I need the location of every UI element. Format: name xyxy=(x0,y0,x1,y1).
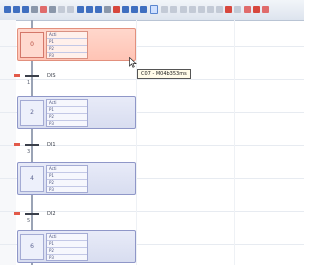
step-number: 6 xyxy=(20,234,44,260)
align-icon[interactable] xyxy=(170,6,177,13)
action-line: Acti xyxy=(47,166,87,173)
toolbar xyxy=(0,0,304,21)
transition-condition[interactable]: DI2 xyxy=(47,211,56,217)
new-icon[interactable] xyxy=(4,6,11,13)
save-icon[interactable] xyxy=(22,6,29,13)
watch-icon[interactable] xyxy=(216,6,223,13)
step-number: 2 xyxy=(20,100,44,126)
step-block[interactable]: 2 Acti P1 P2 P3 xyxy=(17,96,136,129)
step-number: 4 xyxy=(20,166,44,192)
action-block[interactable]: Acti P1 P2 P3 xyxy=(46,233,88,261)
monitor-icon[interactable] xyxy=(207,6,214,13)
action-line: P2 xyxy=(47,114,87,121)
grid-row-line xyxy=(0,145,304,146)
step-block[interactable]: 6 Acti P1 P2 P3 xyxy=(17,230,136,263)
grid-row-line xyxy=(0,211,304,212)
zoom-fit-icon[interactable] xyxy=(140,6,147,13)
action-line: P2 xyxy=(47,46,87,53)
transition-marker xyxy=(14,212,20,215)
grid-col-line xyxy=(234,20,235,265)
breakpoint-icon[interactable] xyxy=(225,6,232,13)
action-block[interactable]: Acti P1 P2 P3 xyxy=(46,31,88,59)
step-over-icon[interactable] xyxy=(234,6,241,13)
action-line: Acti xyxy=(47,234,87,241)
transition-condition[interactable]: DIS xyxy=(47,73,56,79)
transition-condition[interactable]: DI1 xyxy=(47,142,56,148)
action-line: P3 xyxy=(49,53,54,58)
step-number: 0 xyxy=(20,32,44,58)
action-line: P3 xyxy=(49,187,54,192)
grid-icon[interactable] xyxy=(161,6,168,13)
help-icon[interactable] xyxy=(262,6,269,13)
transition-bar[interactable] xyxy=(25,144,39,146)
transition-number: 3 xyxy=(27,149,31,155)
transition-bar[interactable] xyxy=(25,75,39,77)
transition-marker xyxy=(14,143,20,146)
print-icon[interactable] xyxy=(31,6,38,13)
branch-icon[interactable] xyxy=(95,6,102,13)
stop-icon[interactable] xyxy=(189,6,196,13)
jump-icon[interactable] xyxy=(104,6,111,13)
mouse-cursor-icon xyxy=(129,57,137,68)
transition-icon[interactable] xyxy=(86,6,93,13)
reset-icon[interactable] xyxy=(253,6,260,13)
step-time-tooltip: C07 - M04b353ms xyxy=(137,69,191,79)
action-line: P2 xyxy=(47,248,87,255)
action-block[interactable]: Acti P1 P2 P3 xyxy=(46,165,88,193)
select-icon[interactable] xyxy=(150,5,158,14)
zoom-out-icon[interactable] xyxy=(131,6,138,13)
action-line: P2 xyxy=(47,180,87,187)
grid-row-line xyxy=(0,79,304,80)
force-icon[interactable] xyxy=(244,6,251,13)
action-line: P1 xyxy=(47,173,87,180)
step-block[interactable]: 0 Acti P1 P2 P3 xyxy=(17,28,136,61)
paste-icon[interactable] xyxy=(58,6,65,13)
action-line: Acti xyxy=(47,100,87,107)
transition-number: 1 xyxy=(27,80,31,86)
action-line: P1 xyxy=(47,107,87,114)
action-line: P3 xyxy=(49,121,54,126)
transition-marker xyxy=(14,74,20,77)
cut-icon[interactable] xyxy=(40,6,47,13)
transition-bar[interactable] xyxy=(25,213,39,215)
step-block[interactable]: 4 Acti P1 P2 P3 xyxy=(17,162,136,195)
action-line: Acti xyxy=(47,32,87,39)
copy-icon[interactable] xyxy=(49,6,56,13)
step-icon[interactable] xyxy=(77,6,84,13)
run-icon[interactable] xyxy=(180,6,187,13)
action-block[interactable]: Acti P1 P2 P3 xyxy=(46,99,88,127)
zoom-in-icon[interactable] xyxy=(122,6,129,13)
open-icon[interactable] xyxy=(13,6,20,13)
debug-icon[interactable] xyxy=(198,6,205,13)
undo-icon[interactable] xyxy=(67,6,74,13)
action-line: P1 xyxy=(47,241,87,248)
transition-number: 5 xyxy=(27,218,31,224)
comment-icon[interactable] xyxy=(113,6,120,13)
action-line: P3 xyxy=(49,255,54,260)
action-line: P1 xyxy=(47,39,87,46)
